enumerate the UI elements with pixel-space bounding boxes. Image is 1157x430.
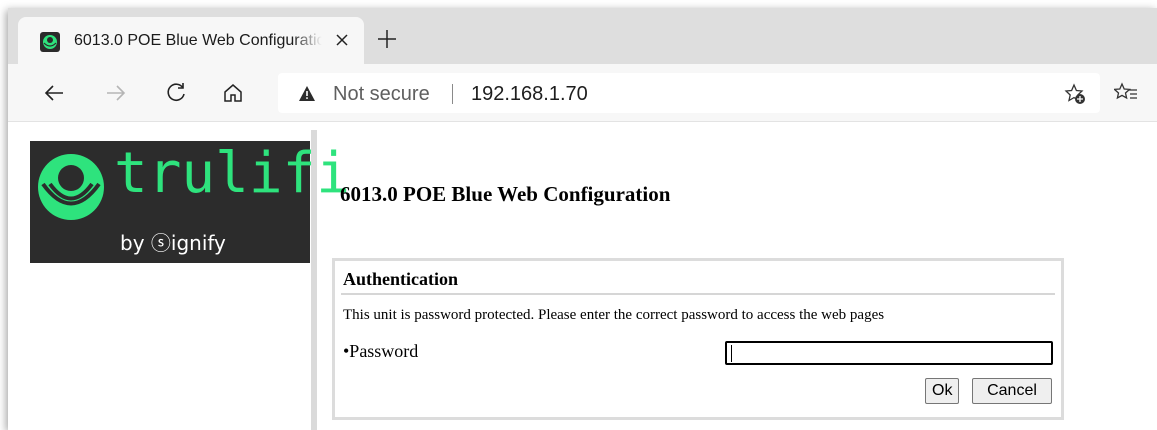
password-field[interactable] [725,341,1053,365]
security-status[interactable]: Not secure [333,83,430,106]
browser-tab[interactable]: 6013.0 POE Blue Web Configuration [18,17,364,64]
ok-button[interactable]: Ok [925,378,959,404]
page-title: 6013.0 POE Blue Web Configuration [340,182,671,206]
back-icon[interactable] [42,81,66,105]
browser-toolbar: Not secure 192.168.1.70 [8,64,1157,122]
add-favorite-icon[interactable] [1064,83,1086,105]
address-separator [452,84,453,104]
warning-icon[interactable] [298,85,316,103]
site-favicon-icon [40,32,60,52]
auth-divider [341,293,1055,295]
authentication-panel: Authentication This unit is password pro… [332,258,1064,420]
forward-icon[interactable] [104,81,128,105]
logo-byline: by ⓢignify [120,231,226,255]
address-bar[interactable]: Not secure 192.168.1.70 [278,73,1100,113]
auth-heading: Authentication [343,269,459,289]
cancel-button[interactable]: Cancel [972,378,1052,404]
browser-window: 6013.0 POE Blue Web Configuration Not se… [8,8,1157,430]
page-content: trulifi by ⓢignify 6013.0 POE Blue Web C… [8,122,1157,430]
close-icon[interactable] [332,30,352,50]
new-tab-icon[interactable] [376,28,398,50]
auth-message: This unit is password protected. Please … [343,307,885,323]
frame-divider[interactable] [311,130,317,430]
trulifi-mark-icon [34,151,108,228]
url-text[interactable]: 192.168.1.70 [471,83,588,106]
trulifi-logo: trulifi by ⓢignify [30,141,350,263]
refresh-icon[interactable] [164,81,188,105]
tab-bar: 6013.0 POE Blue Web Configuration [8,8,1157,64]
home-icon[interactable] [221,81,245,105]
password-label: •Password [343,341,419,361]
tab-title: 6013.0 POE Blue Web Configuration [74,32,322,49]
text-cursor [731,345,732,362]
favorites-icon[interactable] [1112,82,1138,104]
